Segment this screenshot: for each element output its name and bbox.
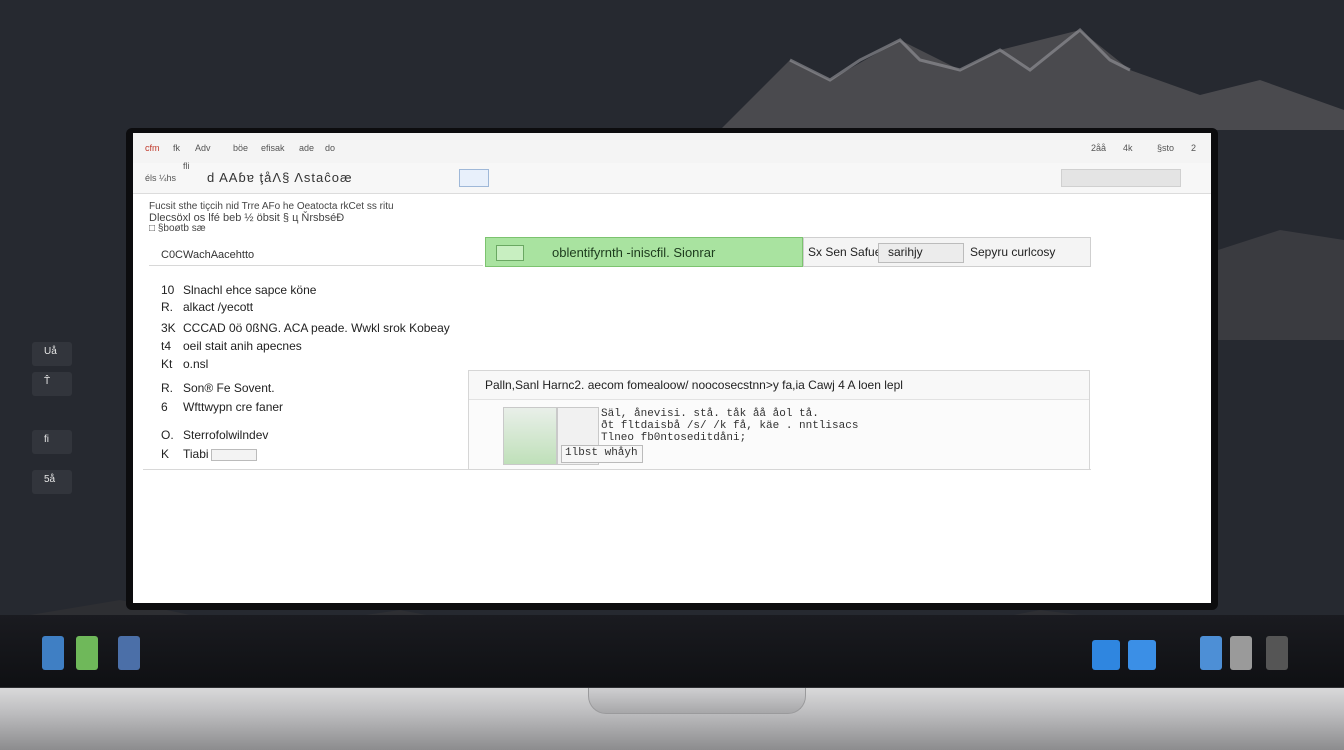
- title-item-4[interactable]: böe: [233, 143, 248, 153]
- list-key: R.: [161, 300, 173, 314]
- list-text: Sterrofolwilndev: [183, 428, 269, 442]
- title-right-1[interactable]: 2åå: [1091, 143, 1106, 153]
- list-key: 3K: [161, 321, 176, 335]
- ribbon-small-label[interactable]: éls ¼hs: [145, 173, 176, 183]
- app-window: cfm fk Adv böe efisak ade do 2åå 4k §sto…: [133, 133, 1211, 603]
- desktop-icon-4-label: 5å: [44, 474, 56, 485]
- preview-thumbnail[interactable]: [503, 407, 557, 465]
- desktop-icon-1[interactable]: Uå: [32, 342, 72, 366]
- title-item-3[interactable]: Adv: [195, 143, 211, 153]
- ribbon-toolbar: éls ¼hs fli d AAɓɐ ţåΛ§ Λstaĉoæ: [133, 161, 1211, 194]
- section-divider: [149, 265, 483, 266]
- title-right-4[interactable]: 2: [1191, 143, 1196, 153]
- list-item[interactable]: t4 oeil stait anih apecnes: [161, 339, 302, 353]
- taskbar-app-4-icon[interactable]: [1092, 640, 1120, 670]
- title-bar: cfm fk Adv böe efisak ade do 2åå 4k §sto…: [133, 133, 1211, 164]
- list-key: 10: [161, 283, 175, 297]
- desktop-icon-3[interactable]: fi: [32, 430, 72, 454]
- list-item[interactable]: R. alkact /yecott: [161, 300, 253, 314]
- list-key: t4: [161, 339, 172, 353]
- laptop-lid-notch: [588, 688, 806, 714]
- details-line-2: ðt fltdaisbå /s/ /k få, käe . nntlisacs: [601, 420, 859, 432]
- desktop-icon-3-label: fi: [44, 434, 49, 445]
- taskbar-app-2-icon[interactable]: [76, 636, 98, 670]
- taskbar-app-7-icon[interactable]: [1230, 636, 1252, 670]
- section-title: C0CWachAacehtto: [161, 249, 255, 261]
- title-item-5[interactable]: efisak: [261, 143, 285, 153]
- details-line-1: Säl, ånevisi. stå. tåk åå åol tå.: [601, 408, 819, 420]
- ribbon-small-label-2[interactable]: fli: [183, 161, 190, 171]
- title-right-3[interactable]: §sto: [1157, 143, 1174, 153]
- highlight-bar[interactable]: oblentifyrnth -iniscfil. Sionrar: [485, 237, 803, 267]
- list-text: o.nsl: [183, 357, 209, 371]
- list-text: Tiabi: [183, 447, 209, 461]
- details-panel: Palln,Sanl Harnc2. aecom fomealoow/ nooc…: [468, 370, 1090, 470]
- desktop-icon-1-label: Uå: [44, 346, 57, 357]
- list-item[interactable]: R. Son® Fe Sovent.: [161, 381, 275, 395]
- list-text: oeil stait anih apecnes: [183, 339, 302, 353]
- details-panel-header-text: Palln,Sanl Harnc2. aecom fomealoow/ nooc…: [485, 378, 903, 392]
- list-text: alkact /yecott: [183, 300, 254, 314]
- list-text: CCCAD 0ö 0ßNG. ACA peade. Wwkl srok Kobe…: [183, 321, 450, 335]
- taskbar-app-5-icon[interactable]: [1128, 640, 1156, 670]
- desktop: Uå T̂ fi 5å cfm fk Adv böe efisak ade do…: [0, 0, 1344, 750]
- list-key: Kt: [161, 357, 173, 371]
- inline-input[interactable]: [210, 448, 257, 461]
- ribbon-tools[interactable]: d AAɓɐ ţåΛ§ Λstaĉoæ: [207, 170, 353, 185]
- list-text: Slnachl ehce sapce köne: [183, 283, 317, 297]
- secondary-toolbar-button-label: sarihjy: [888, 245, 923, 259]
- title-right-2[interactable]: 4k: [1123, 143, 1133, 153]
- list-item[interactable]: O. Sterrofolwilndev: [161, 428, 268, 442]
- taskbar-app-3-icon[interactable]: [118, 636, 140, 670]
- taskbar-app-1-icon[interactable]: [42, 636, 64, 670]
- taskbar-app-8-icon[interactable]: [1266, 636, 1288, 670]
- title-item-6[interactable]: ade: [299, 143, 314, 153]
- title-item-1[interactable]: cfm: [145, 143, 160, 153]
- ribbon-picture-icon[interactable]: [459, 169, 489, 187]
- list-text: Wfttwypn cre faner: [183, 400, 284, 414]
- list-item[interactable]: K Tiabi: [161, 447, 257, 461]
- title-item-7[interactable]: do: [325, 143, 335, 153]
- ribbon-search-field[interactable]: [1061, 169, 1181, 187]
- title-item-2[interactable]: fk: [173, 143, 180, 153]
- highlight-text: oblentifyrnth -iniscfil. Sionrar: [552, 245, 716, 260]
- taskbar-app-6-icon[interactable]: [1200, 636, 1222, 670]
- list-key: R.: [161, 381, 173, 395]
- list-item[interactable]: 10 Slnachl ehce sapce köne: [161, 283, 316, 297]
- list-key: O.: [161, 428, 174, 442]
- secondary-toolbar-right-label[interactable]: Sepyru curlcosy: [970, 245, 1055, 259]
- list-text: Son® Fe Sovent.: [183, 381, 275, 395]
- header-line-1: Fucsit sthe tiçcih nid Trre AFo he Oeato…: [149, 201, 394, 212]
- highlight-icon: [496, 245, 524, 261]
- list-item[interactable]: Kt o.nsl: [161, 357, 208, 371]
- details-panel-header: Palln,Sanl Harnc2. aecom fomealoow/ nooc…: [469, 371, 1089, 400]
- desktop-icon-4[interactable]: 5å: [32, 470, 72, 494]
- details-line-3: Tlneo fb0ntoseditdåni;: [601, 432, 747, 444]
- list-key: K: [161, 447, 170, 461]
- desktop-icon-2-label: T̂: [44, 376, 51, 387]
- desktop-icon-2[interactable]: T̂: [32, 372, 72, 396]
- secondary-toolbar: Sx Sen Safue, f sarihjy Sepyru curlcosy: [803, 237, 1091, 267]
- header-line-3: □ §boøtb sæ: [149, 223, 206, 234]
- details-box-text: 1lbst whåyh: [565, 447, 638, 459]
- list-item[interactable]: 3K CCCAD 0ö 0ßNG. ACA peade. Wwkl srok Ko…: [161, 321, 450, 335]
- list-item[interactable]: 6 Wfttwypn cre faner: [161, 400, 283, 414]
- list-key: 6: [161, 400, 168, 414]
